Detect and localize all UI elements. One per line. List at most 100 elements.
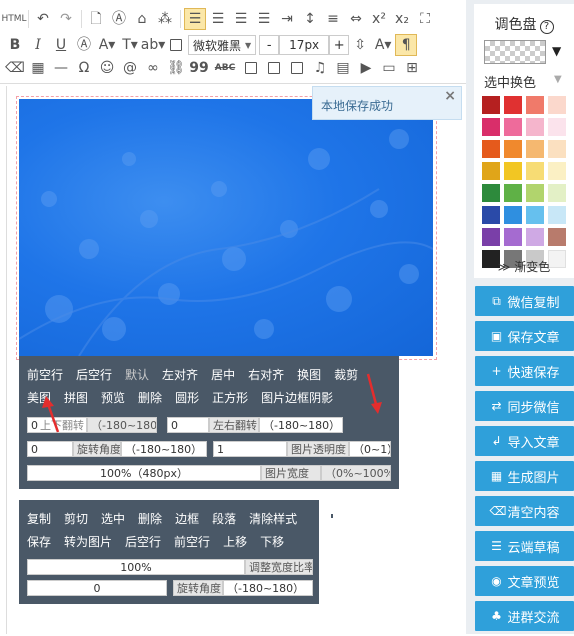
new-document-icon[interactable]: 🗋 [85,8,107,30]
indent-icon[interactable]: ⇥ [276,8,298,30]
template-icon[interactable]: ▭ [378,57,400,79]
color-swatch[interactable] [482,118,500,136]
spellcheck-icon[interactable]: ABC [211,57,239,79]
block-cut-button[interactable]: 剪切 [64,510,88,527]
map-icon[interactable]: ⊞ [401,57,423,79]
redo-icon[interactable]: ↷ [55,8,77,30]
block-paragraph-button[interactable]: 段落 [212,510,236,527]
image-preview-button[interactable]: 预览 [101,389,125,406]
font-size-decrease-button[interactable]: - [259,35,280,55]
bold-icon[interactable]: B [4,34,26,56]
opacity-value[interactable]: 1 [213,441,287,457]
image-align-left-button[interactable]: 左对齐 [162,366,198,383]
color-swatch[interactable] [548,184,566,202]
image-replace-button[interactable]: 换图 [297,366,321,383]
block-clear-style-button[interactable]: 清除样式 [249,510,297,527]
anchor-icon[interactable]: @ [119,57,141,79]
horizontal-rule-icon[interactable]: — [50,57,72,79]
paste-plain-icon[interactable]: Ⓐ [108,8,130,30]
blockquote-icon[interactable]: 99 [188,57,210,79]
font-family-select[interactable]: 微软雅黑 ▼ [188,35,257,55]
import-article-button[interactable]: ↲ 导入文章 [475,426,574,456]
color-swatch[interactable] [482,228,500,246]
multi-image-icon[interactable] [263,57,285,79]
clear-content-button[interactable]: ⌫ 清空内容 [475,496,574,526]
table-icon[interactable]: ▦ [27,57,49,79]
wechat-copy-button[interactable]: ⧉ 微信复制 [475,286,574,316]
block-move-down-button[interactable]: 下移 [260,533,284,550]
image-align-center-button[interactable]: 居中 [211,366,235,383]
chevron-down-icon[interactable]: ▼ [552,44,561,58]
image-icon[interactable] [165,34,187,56]
align-center-icon[interactable]: ☰ [207,8,229,30]
color-swatch[interactable] [526,96,544,114]
color-swatch[interactable] [526,140,544,158]
block-blank-before-button[interactable]: 前空行 [174,533,210,550]
block-rotate-value[interactable]: 0 [27,580,167,596]
color-swatch[interactable] [526,118,544,136]
current-color-swatch[interactable] [484,40,546,64]
color-swatch[interactable] [504,184,522,202]
image-collage-button[interactable]: 拼图 [64,389,88,406]
special-char-icon[interactable]: Ω [73,57,95,79]
color-swatch[interactable] [526,184,544,202]
join-group-button[interactable]: ♣ 进群交流 [475,601,574,631]
block-delete-button[interactable]: 删除 [138,510,162,527]
line-height-icon[interactable]: ↕ [299,8,321,30]
align-right-icon[interactable]: ☰ [230,8,252,30]
emoji-icon[interactable]: ☺ [96,57,118,79]
cloud-draft-button[interactable]: ☰ 云端草稿 [475,531,574,561]
gradient-toggle[interactable]: ≫ 渐变色 [474,258,574,275]
image-square-button[interactable]: 正方形 [212,389,248,406]
image-blank-after-button[interactable]: 后空行 [76,366,112,383]
image-delete-button[interactable]: 删除 [138,389,162,406]
save-article-button[interactable]: ▣ 保存文章 [475,321,574,351]
image-blank-before-button[interactable]: 前空行 [27,366,63,383]
italic-icon[interactable]: I [27,34,49,56]
generate-image-button[interactable]: ▦ 生成图片 [475,461,574,491]
color-swatch[interactable] [504,206,522,224]
chevron-down-icon[interactable]: ▼ [554,74,562,85]
image-default-button[interactable]: 默认 [125,366,149,383]
format-painter-icon[interactable]: ⌂ [131,8,153,30]
color-swatch[interactable] [526,228,544,246]
image-width-value[interactable]: 100%（480px） [27,465,261,481]
underline-icon[interactable]: U [50,34,72,56]
selected-image[interactable] [19,99,433,356]
subscript-icon[interactable]: x₂ [391,8,413,30]
sync-wechat-button[interactable]: ⇄ 同步微信 [475,391,574,421]
help-icon[interactable]: ? [539,20,554,34]
block-blank-after-button[interactable]: 后空行 [125,533,161,550]
paragraph-direction-icon[interactable]: ¶ [395,34,418,56]
unlink-icon[interactable]: ⛓ [165,57,187,79]
font-border-icon[interactable]: Ⓐ [73,34,95,56]
color-swatch[interactable] [504,140,522,158]
image-align-right-button[interactable]: 右对齐 [248,366,284,383]
block-copy-button[interactable]: 复制 [27,510,51,527]
image-border-shadow-button[interactable]: 图片边框阴影 [261,389,333,406]
color-swatch[interactable] [548,140,566,158]
block-move-up-button[interactable]: 上移 [223,533,247,550]
color-swatch[interactable] [482,96,500,114]
text-transform-icon[interactable]: ⇳ [349,34,371,56]
color-swatch[interactable] [548,118,566,136]
link-icon[interactable]: ∞ [142,57,164,79]
color-swatch[interactable] [548,228,566,246]
insert-image-icon[interactable] [240,57,262,79]
html-source-button[interactable]: HTML [1,8,26,30]
article-preview-button[interactable]: ◉ 文章预览 [475,566,574,596]
font-color-icon[interactable]: A▾ [96,34,118,56]
undo-icon[interactable]: ↶ [32,8,54,30]
color-swatch[interactable] [548,96,566,114]
image-circle-button[interactable]: 圆形 [175,389,199,406]
block-save-button[interactable]: 保存 [27,533,51,550]
image-crop-button[interactable]: 裁剪 [334,366,358,383]
superscript-icon[interactable]: x² [368,8,390,30]
gallery-icon[interactable] [286,57,308,79]
color-swatch[interactable] [504,162,522,180]
color-swatch[interactable] [526,206,544,224]
unlock-icon[interactable] [322,502,342,522]
color-mode-select[interactable]: 选中换色 [484,72,536,91]
background-color-icon[interactable]: ab▾ [141,34,166,56]
flip-horizontal-value[interactable]: 0 [167,417,209,433]
